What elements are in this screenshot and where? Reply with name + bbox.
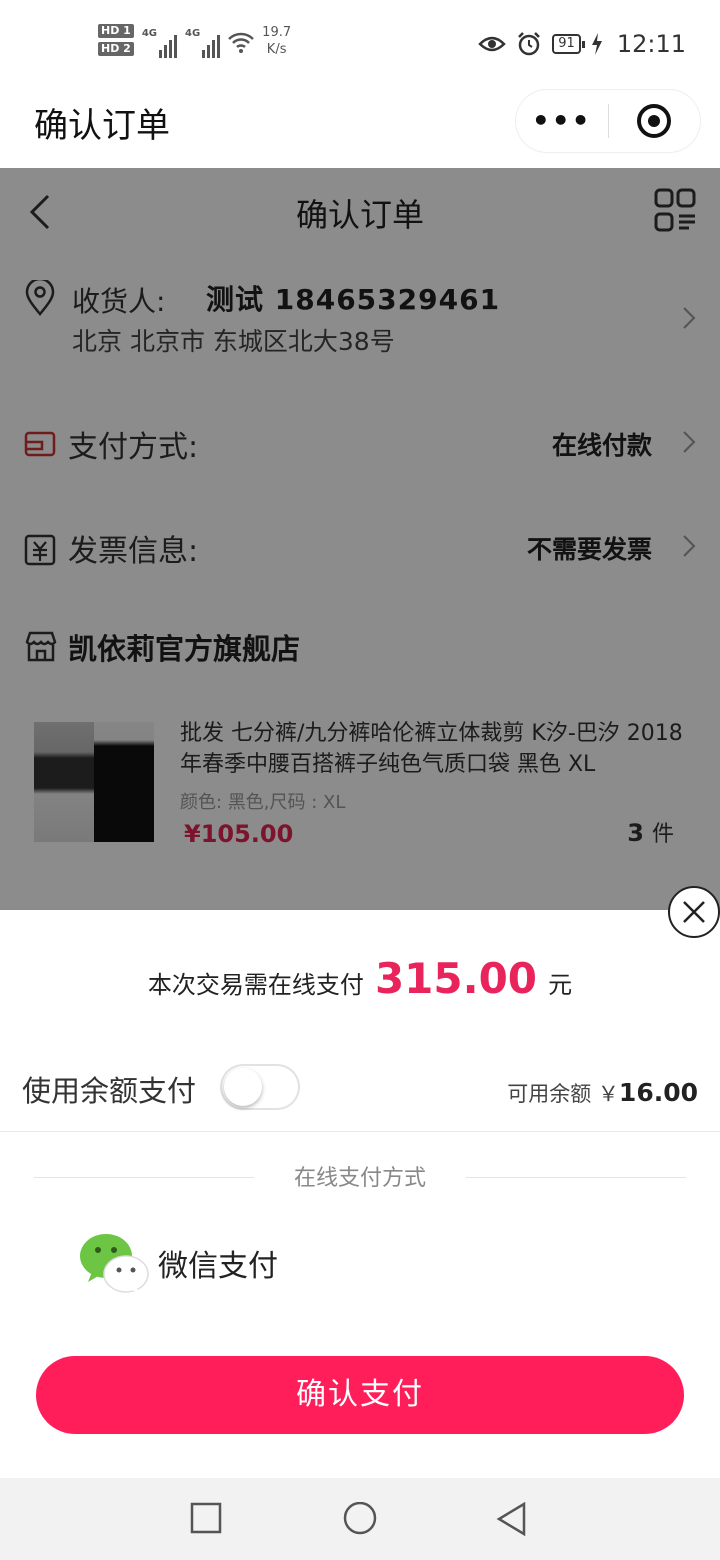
- wechat-pay-option[interactable]: 微信支付: [78, 1230, 278, 1296]
- net1-label: 4G: [141, 28, 157, 39]
- wechat-pay-label: 微信支付: [158, 1249, 278, 1284]
- payment-sheet: 本次交易需在线支付 315.00 元 使用余额支付 可用余额 ￥16.00 在线…: [0, 886, 720, 1478]
- available-currency: ￥: [597, 1082, 619, 1106]
- more-button[interactable]: •••: [516, 107, 608, 135]
- sim2-badge: HD 2: [98, 42, 134, 56]
- net2-label: 4G: [185, 28, 201, 39]
- amount-prefix: 本次交易需在线支付: [147, 971, 364, 999]
- network-speed: 19.7 K/s: [262, 24, 291, 58]
- home-icon[interactable]: [342, 1502, 378, 1538]
- target-icon: [637, 104, 672, 138]
- close-sheet-button[interactable]: [668, 886, 720, 938]
- available-value: 16.00: [618, 1078, 698, 1107]
- speed-value: 19.7: [262, 25, 292, 40]
- clock: 12:11: [616, 30, 686, 58]
- toggle-knob: [224, 1068, 262, 1106]
- online-methods-divider: 在线支付方式: [0, 1160, 720, 1192]
- status-bar: HD 1 HD 2 4G 4G 19.7 K/s 91 12:11: [0, 0, 720, 90]
- miniapp-navbar: 确认订单 •••: [0, 90, 720, 168]
- modal-backdrop[interactable]: [0, 168, 720, 910]
- close-icon: [683, 901, 705, 923]
- wechat-icon: [80, 1234, 149, 1294]
- use-balance-toggle[interactable]: [222, 1066, 298, 1108]
- system-navigation-bar: [0, 1478, 720, 1560]
- charging-icon: [591, 33, 602, 55]
- wifi-icon: [228, 32, 255, 53]
- battery-icon: 91: [552, 34, 585, 54]
- balance-row: 使用余额支付 可用余额 ￥16.00: [0, 1060, 720, 1132]
- eye-icon: [478, 36, 507, 52]
- signal1-icon: 4G: [142, 28, 177, 58]
- use-balance-label: 使用余额支付: [22, 1074, 197, 1108]
- recent-apps-icon[interactable]: [190, 1502, 222, 1534]
- close-miniapp-button[interactable]: [609, 103, 701, 139]
- amount-unit: 元: [548, 971, 573, 999]
- back-nav-icon[interactable]: [496, 1502, 528, 1538]
- online-methods-title: 在线支付方式: [253, 1166, 466, 1191]
- sim-indicators: HD 1 HD 2: [98, 24, 134, 56]
- alarm-icon: [518, 32, 541, 56]
- available-label: 可用余额: [507, 1082, 592, 1106]
- miniapp-capsule: •••: [516, 90, 700, 152]
- sim1-badge: HD 1: [98, 24, 134, 38]
- confirm-pay-button[interactable]: 确认支付: [36, 1356, 684, 1434]
- signal2-icon: 4G: [185, 28, 221, 58]
- speed-unit: K/s: [266, 42, 287, 57]
- available-balance: 可用余额 ￥16.00: [507, 1078, 698, 1108]
- miniapp-title: 确认订单: [34, 106, 170, 146]
- amount-value: 315.00: [374, 954, 538, 1003]
- amount-due: 本次交易需在线支付 315.00 元: [0, 954, 720, 1003]
